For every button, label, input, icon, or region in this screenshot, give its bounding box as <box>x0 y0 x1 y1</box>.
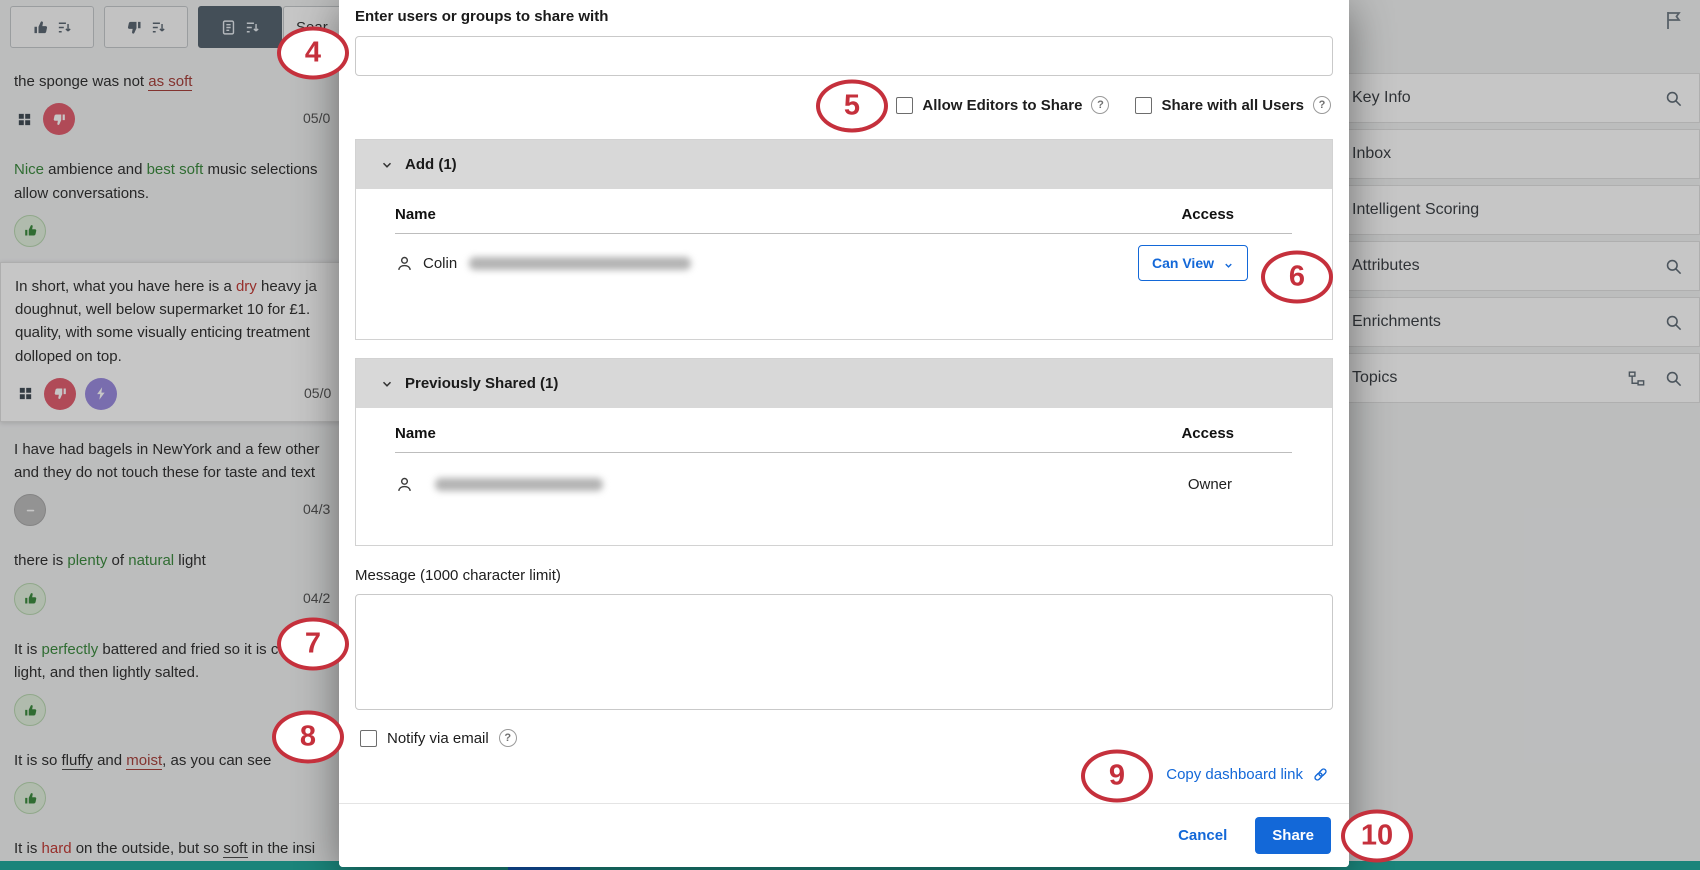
add-section-title: Add (1) <box>405 156 457 173</box>
name-column-header: Name <box>395 425 436 442</box>
share-all-label: Share with all Users <box>1161 97 1304 114</box>
notify-email-label: Notify via email <box>387 730 489 747</box>
share-options: Allow Editors to Share ? Share with all … <box>896 96 1331 114</box>
allow-editors-checkbox[interactable] <box>896 97 913 114</box>
message-label: Message (1000 character limit) <box>355 567 561 584</box>
previously-shared-section: Previously Shared (1) Name Access Owner <box>355 358 1333 546</box>
cancel-button[interactable]: Cancel <box>1178 827 1227 844</box>
previously-shared-body: Name Access Owner <box>356 408 1332 545</box>
name-column-header: Name <box>395 206 436 223</box>
previously-shared-title: Previously Shared (1) <box>405 375 558 392</box>
redacted-email <box>435 478 603 491</box>
notify-option: Notify via email ? <box>360 729 517 747</box>
access-dropdown[interactable]: Can View <box>1138 245 1248 281</box>
add-section-header[interactable]: Add (1) <box>356 140 1332 189</box>
link-icon <box>1311 765 1330 784</box>
person-icon <box>395 475 414 494</box>
chevron-down-icon[interactable] <box>380 377 394 391</box>
recipient-name-cell: Colin <box>395 254 691 273</box>
add-table-header: Name Access <box>395 189 1292 234</box>
copy-link-label: Copy dashboard link <box>1166 766 1303 783</box>
notify-help-icon[interactable]: ? <box>499 729 517 747</box>
add-section-body: Name Access Colin Can View <box>356 189 1332 339</box>
notify-email-checkbox[interactable] <box>360 730 377 747</box>
copy-dashboard-link[interactable]: Copy dashboard link <box>1166 765 1330 784</box>
share-all-option: Share with all Users ? <box>1135 96 1331 114</box>
add-section: Add (1) Name Access Colin Can View <box>355 139 1333 340</box>
allow-editors-help-icon[interactable]: ? <box>1091 96 1109 114</box>
access-column-header: Access <box>1181 425 1234 442</box>
access-dropdown-label: Can View <box>1152 255 1214 271</box>
access-column-header: Access <box>1181 206 1234 223</box>
person-icon <box>395 254 414 273</box>
add-table-row: Colin Can View <box>356 234 1332 281</box>
share-button[interactable]: Share <box>1255 817 1331 854</box>
previously-shared-header[interactable]: Previously Shared (1) <box>356 359 1332 408</box>
share-all-help-icon[interactable]: ? <box>1313 96 1331 114</box>
chevron-down-icon <box>1223 258 1234 269</box>
dialog-footer: Cancel Share <box>339 803 1349 867</box>
previously-shared-row: Owner <box>356 453 1332 494</box>
previously-shared-table-header: Name Access <box>395 408 1292 453</box>
share-dialog: Enter users or groups to share with Allo… <box>339 0 1349 867</box>
chevron-down-icon[interactable] <box>380 158 394 172</box>
message-textarea[interactable] <box>355 594 1333 710</box>
share-all-checkbox[interactable] <box>1135 97 1152 114</box>
recipient-name: Colin <box>423 255 457 272</box>
screen: Sear the sponge was not as soft 05/0 Nic… <box>0 0 1700 870</box>
allow-editors-label: Allow Editors to Share <box>922 97 1082 114</box>
recipients-label: Enter users or groups to share with <box>355 8 608 25</box>
recipients-input[interactable] <box>355 36 1333 76</box>
owner-name-cell <box>395 475 603 494</box>
redacted-email <box>469 257 691 270</box>
allow-editors-option: Allow Editors to Share ? <box>896 96 1109 114</box>
owner-access-label: Owner <box>1188 476 1232 493</box>
